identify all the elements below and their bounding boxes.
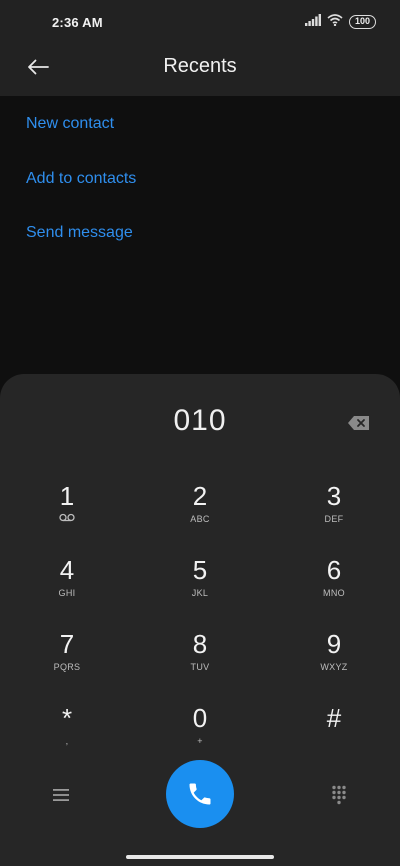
dial-key-letters: JKL bbox=[191, 588, 209, 598]
dial-key-letters: + bbox=[197, 736, 203, 746]
send-message-link[interactable]: Send message bbox=[26, 224, 133, 242]
backspace-icon bbox=[348, 416, 369, 430]
dial-key-1[interactable]: 1 bbox=[17, 481, 117, 547]
call-button[interactable] bbox=[166, 760, 234, 828]
status-icons: 100 bbox=[304, 13, 376, 31]
dial-key-digit: 5 bbox=[192, 555, 208, 585]
status-time: 2:36 AM bbox=[52, 15, 103, 30]
signal-icon bbox=[304, 13, 321, 31]
battery-icon: 100 bbox=[348, 15, 376, 29]
dial-key-letters: ABC bbox=[190, 514, 210, 524]
dial-key-8[interactable]: 8 TUV bbox=[150, 629, 250, 695]
dial-key-letters: , bbox=[65, 736, 69, 746]
dial-key-9[interactable]: 9 WXYZ bbox=[284, 629, 384, 695]
menu-icon bbox=[53, 789, 69, 801]
dial-key-digit: 8 bbox=[192, 629, 208, 659]
dial-key-6[interactable]: 6 MNO bbox=[284, 555, 384, 621]
dial-key-digit: 7 bbox=[59, 629, 75, 659]
dial-key-hash[interactable]: # bbox=[284, 703, 384, 769]
dial-key-2[interactable]: 2 ABC bbox=[150, 481, 250, 547]
dial-key-letters: WXYZ bbox=[320, 662, 348, 672]
dial-key-digit: 2 bbox=[192, 481, 208, 511]
dial-key-digit: 3 bbox=[326, 481, 342, 511]
dial-key-letters: MNO bbox=[323, 588, 345, 598]
dial-key-3[interactable]: 3 DEF bbox=[284, 481, 384, 547]
dial-key-letters: DEF bbox=[324, 514, 344, 524]
page-title: Recents bbox=[163, 55, 237, 77]
dial-key-star[interactable]: * , bbox=[17, 703, 117, 769]
wifi-icon bbox=[327, 13, 343, 31]
dialpad-icon bbox=[332, 785, 346, 805]
dial-key-4[interactable]: 4 GHI bbox=[17, 555, 117, 621]
hide-dialpad-button[interactable] bbox=[324, 780, 354, 810]
dial-key-5[interactable]: 5 JKL bbox=[150, 555, 250, 621]
dial-key-digit: 0 bbox=[192, 703, 208, 733]
menu-button[interactable] bbox=[46, 782, 76, 808]
dial-key-digit: # bbox=[326, 703, 342, 733]
add-to-contacts-link[interactable]: Add to contacts bbox=[26, 170, 136, 188]
app-header: 2:36 AM 100 Recents bbox=[0, 0, 400, 96]
phone-icon bbox=[189, 783, 211, 805]
dial-key-digit: 9 bbox=[326, 629, 342, 659]
dial-key-digit: 4 bbox=[59, 555, 75, 585]
dial-key-digit: * bbox=[61, 703, 73, 733]
dialed-number[interactable]: 010 bbox=[0, 404, 400, 438]
dial-key-digit: 1 bbox=[59, 481, 75, 511]
dialpad-panel: 010 1 2 ABC 3 DEF 4 GHI 5 JKL 6 MNO 7 PQ… bbox=[0, 374, 400, 866]
dial-key-digit: 6 bbox=[326, 555, 342, 585]
dial-key-letters bbox=[284, 735, 384, 747]
dial-key-letters: TUV bbox=[190, 662, 210, 672]
dial-key-7[interactable]: 7 PQRS bbox=[17, 629, 117, 695]
home-indicator[interactable] bbox=[126, 855, 274, 859]
backspace-button[interactable] bbox=[347, 414, 371, 432]
dial-key-letters: GHI bbox=[58, 588, 76, 598]
dial-key-letters: PQRS bbox=[53, 662, 81, 672]
voicemail-icon bbox=[17, 513, 117, 525]
new-contact-link[interactable]: New contact bbox=[26, 115, 114, 133]
